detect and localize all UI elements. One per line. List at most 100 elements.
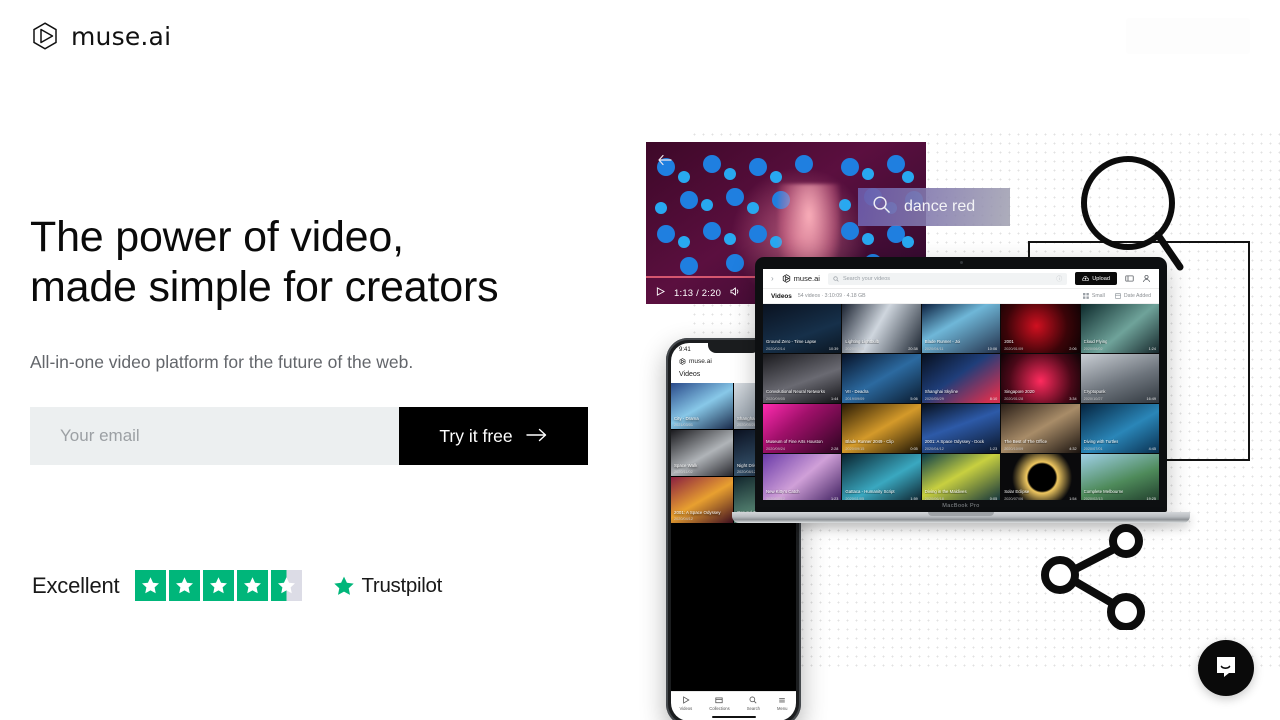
list-item[interactable]: City - Drama 2021/03/01 [671, 383, 733, 429]
video-tile-duration: 0:05 [989, 497, 998, 500]
chevron-right-icon[interactable]: › [771, 274, 774, 283]
account-icon[interactable] [1142, 274, 1151, 283]
header-signin-button[interactable]: Sign in [1126, 18, 1250, 54]
volume-icon[interactable] [730, 287, 740, 299]
phone-brand-name: muse.ai [689, 358, 712, 365]
list-item[interactable]: 2001: A Space Odyssey 2020/04/12 [671, 477, 733, 523]
library-subbar: Videos 54 videos · 3:10:09 · 4.18 GB Sma… [763, 289, 1159, 304]
phone-notch [707, 343, 760, 353]
section-title: Videos [771, 292, 792, 300]
list-item-date: 2020/11/02 [674, 470, 693, 474]
phone-nav-videos[interactable]: Videos [680, 696, 692, 711]
hero-subtitle: All-in-one video platform for the future… [30, 352, 414, 372]
play-icon [683, 696, 690, 704]
list-item-date: 2020/08/12 [737, 470, 757, 474]
video-tile[interactable]: The Best of The Office 2020/10/09 4:32 [1001, 404, 1080, 453]
brand-logo[interactable]: muse.ai [30, 21, 171, 51]
video-tile[interactable]: Lighting Lightbulb 2020/03/08 20:38 [842, 304, 921, 353]
search-overlay[interactable]: dance red [858, 188, 1010, 226]
video-tile[interactable]: 2001: A Space Odyssey - Dock 2020/04/12 1:… [921, 404, 1001, 453]
hero-illustration: 1:13 / 2:20 dance red 9:41 muse.ai Video… [630, 120, 1280, 720]
phone-bottom-nav: Videos Collections Search Menu [671, 691, 796, 720]
search-icon [833, 275, 839, 282]
video-tile[interactable]: Ground Zero - Time Lapse 2020/02/14 10:39 [763, 304, 842, 353]
trustpilot-rating[interactable]: Excellent Trustpilot [32, 570, 442, 601]
chat-launcher-button[interactable] [1198, 640, 1254, 696]
video-tile-duration: 16:49 [1146, 397, 1156, 401]
video-tile-title: 2001 [1004, 339, 1014, 344]
play-icon[interactable] [656, 287, 666, 299]
video-tile-date: 2020/02/14 [766, 347, 786, 351]
list-item-date: 2020/05/28 [737, 423, 757, 427]
phone-nav-label: Search [746, 706, 760, 711]
list-item-date: 2020/04/12 [674, 517, 694, 521]
video-tile[interactable]: Diving in the Maldives 2020/06/18 0:05 [921, 454, 1001, 500]
video-tile-duration: 1:54 [1069, 497, 1077, 500]
video-tile-date: 2019/09/09 [845, 397, 865, 401]
video-tile-date: 2020/03/08 [845, 347, 865, 351]
upload-label: Upload [1092, 275, 1110, 282]
phone-nav-search[interactable]: Search [747, 696, 760, 711]
upload-button[interactable]: Upload [1075, 272, 1117, 285]
video-tile-title: Convolutional Neural Networks [766, 389, 825, 394]
star-icon [169, 570, 201, 601]
laptop-screen: › muse.ai Search your videos ⓘ Upload Vi… [763, 269, 1159, 500]
sort-toggle[interactable]: Date Added [1114, 293, 1151, 299]
search-placeholder-text: Search your videos [842, 275, 891, 282]
email-field[interactable] [30, 407, 399, 465]
view-size-toggle[interactable]: Small [1082, 293, 1105, 299]
video-tile[interactable]: Museum of Fine Arts Houston 2020/09/24 2:2… [763, 404, 842, 453]
video-tile-title: Ground Zero - Time Lapse [766, 339, 817, 344]
page-title: The power of video, made simple for crea… [30, 213, 499, 311]
app-brand[interactable]: muse.ai [782, 274, 820, 283]
grid-icon [1082, 293, 1089, 299]
video-controls: 1:13 / 2:20 [656, 287, 740, 299]
laptop-lid: › muse.ai Search your videos ⓘ Upload Vi… [755, 257, 1167, 512]
sort-icon [1114, 293, 1121, 299]
video-tile[interactable]: Gattaca - Humanity Script 2020/11/05 1:59 [842, 454, 921, 500]
video-tile[interactable]: VII - Deadra 2019/09/09 5:06 [842, 354, 921, 403]
star-icon [135, 570, 167, 601]
video-tile[interactable]: Cryptopunk 2020/10/27 16:49 [1080, 354, 1159, 403]
video-tile-date: 2020/09/15 [845, 447, 865, 451]
video-library-grid: Ground Zero - Time Lapse 2020/02/14 10:39 L… [763, 304, 1159, 500]
video-tile[interactable]: Blade Runner - Joi 2020/04/11 10:06 [921, 304, 1001, 353]
library-icon[interactable] [1125, 274, 1134, 283]
video-tile[interactable]: Singapore 2020 2020/01/28 3:34 [1001, 354, 1080, 403]
video-tile-duration: 2:06 [1069, 347, 1077, 351]
laptop-model-label: MacBook Pro [942, 503, 980, 509]
video-tile-duration: 20:38 [908, 347, 918, 351]
info-icon[interactable]: ⓘ [1056, 274, 1062, 283]
try-it-free-button[interactable]: Try it free [399, 407, 588, 465]
video-tile-title: Complete Melbourne [1083, 489, 1124, 494]
video-tile[interactable]: Complete Melbourne 2020/02/13 19:25 [1080, 454, 1159, 500]
video-tile-duration: 2:28 [831, 447, 839, 451]
video-tile[interactable]: Cloud Flying 2020/06/02 1:24 [1080, 304, 1159, 353]
video-tile[interactable]: Convolutional Neural Networks 2020/09/05 1… [763, 354, 842, 403]
list-item[interactable]: Space Walk 2020/11/02 [671, 430, 733, 476]
video-tile[interactable]: Diving with Turtles 2020/07/01 4:45 [1080, 404, 1159, 453]
video-tile-duration: 8:10 [989, 397, 998, 401]
video-tile-date: 2020/06/02 [1083, 347, 1103, 351]
phone-nav-menu[interactable]: Menu [777, 696, 787, 711]
video-tile-title: Cloud Flying [1083, 339, 1108, 344]
phone-nav-collections[interactable]: Collections [709, 696, 730, 711]
video-tile-title: Singapore 2020 [1004, 389, 1035, 394]
video-tile[interactable]: New Kitty's Catch 2020/03/12 1:23 [763, 454, 842, 500]
video-tile[interactable]: 2001 2020/01/09 2:06 [1001, 304, 1080, 353]
video-tile[interactable]: Solar Eclipse 2020/07/06 1:54 [1001, 454, 1080, 500]
video-tile[interactable]: Blade Runner 2049 - Clip 2020/09/15 0:05 [842, 404, 921, 453]
video-tile-date: 2020/01/28 [1004, 397, 1024, 401]
video-tile-title: 2001: A Space Odyssey - Dock [924, 439, 985, 444]
rating-word: Excellent [32, 572, 120, 598]
star-half-icon [271, 570, 303, 601]
back-arrow-icon[interactable] [658, 153, 672, 171]
video-tile-date: 2020/03/12 [766, 497, 786, 500]
video-tile-duration: 5:06 [910, 397, 918, 401]
video-tile[interactable]: Shanghai Skyline 2020/05/29 8:10 [921, 354, 1001, 403]
video-tile-title: Shanghai Skyline [924, 389, 959, 394]
search-input[interactable]: Search your videos ⓘ [827, 272, 1068, 285]
video-tile-duration: 1:44 [831, 397, 839, 401]
trustpilot-logo: Trustpilot [332, 574, 442, 598]
video-tile-title: Blade Runner - Joi [924, 339, 961, 344]
